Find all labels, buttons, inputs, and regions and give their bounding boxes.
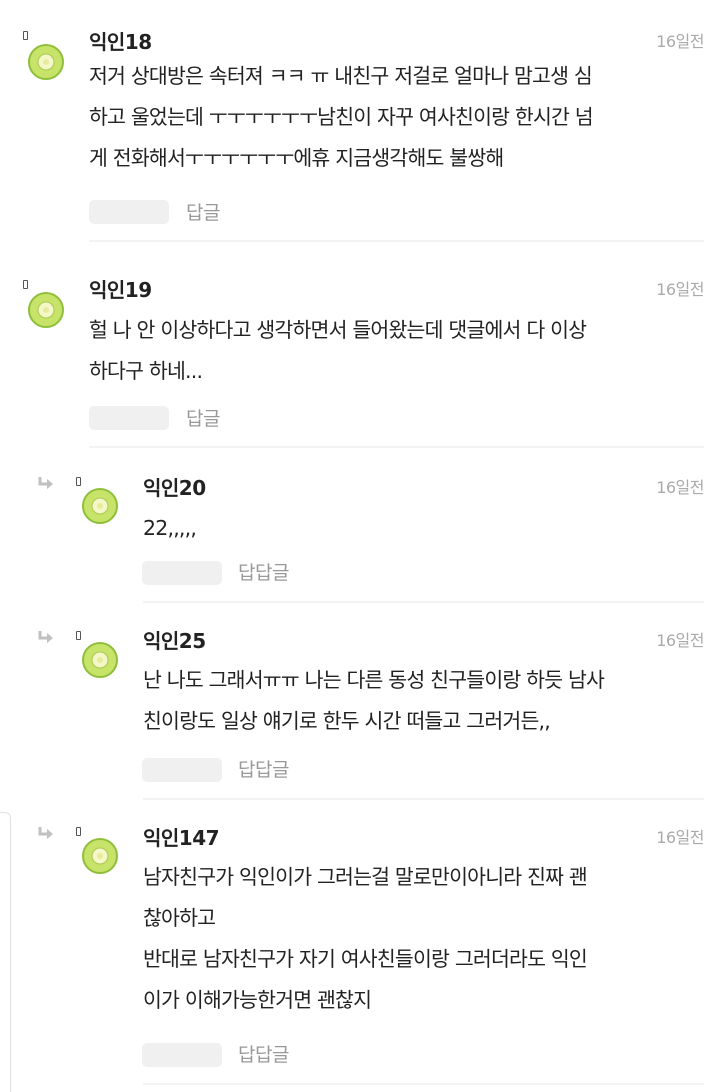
comment-marker-icon bbox=[76, 827, 81, 836]
reply-button[interactable]: 답답글 bbox=[238, 1040, 289, 1067]
comment-line: 반대로 남자친구가 자기 여사친들이랑 그러더라도 익인 bbox=[143, 947, 588, 971]
comment-body: 남자친구가 익인이가 그러는걸 말로만이아니라 진짜 괜 찮아하고 반대로 남자… bbox=[143, 857, 588, 1021]
kiwi-avatar-icon[interactable] bbox=[82, 838, 118, 874]
reply-arrow-icon bbox=[38, 826, 53, 839]
reaction-placeholder[interactable] bbox=[142, 1043, 222, 1067]
divider bbox=[143, 1083, 704, 1085]
comment-time: 16일전 bbox=[656, 828, 704, 847]
comment-line: 찮아하고 bbox=[143, 906, 216, 930]
comment-line: 이가 이해가능한거면 괜찮지 bbox=[143, 988, 372, 1012]
reply-item: 익인147 16일전 남자친구가 익인이가 그러는걸 말로만이아니라 진짜 괜 … bbox=[0, 0, 720, 1091]
comment-line: 남자친구가 익인이가 그러는걸 말로만이아니라 진짜 괜 bbox=[143, 865, 588, 889]
comment-author: 익인147 bbox=[143, 826, 220, 850]
